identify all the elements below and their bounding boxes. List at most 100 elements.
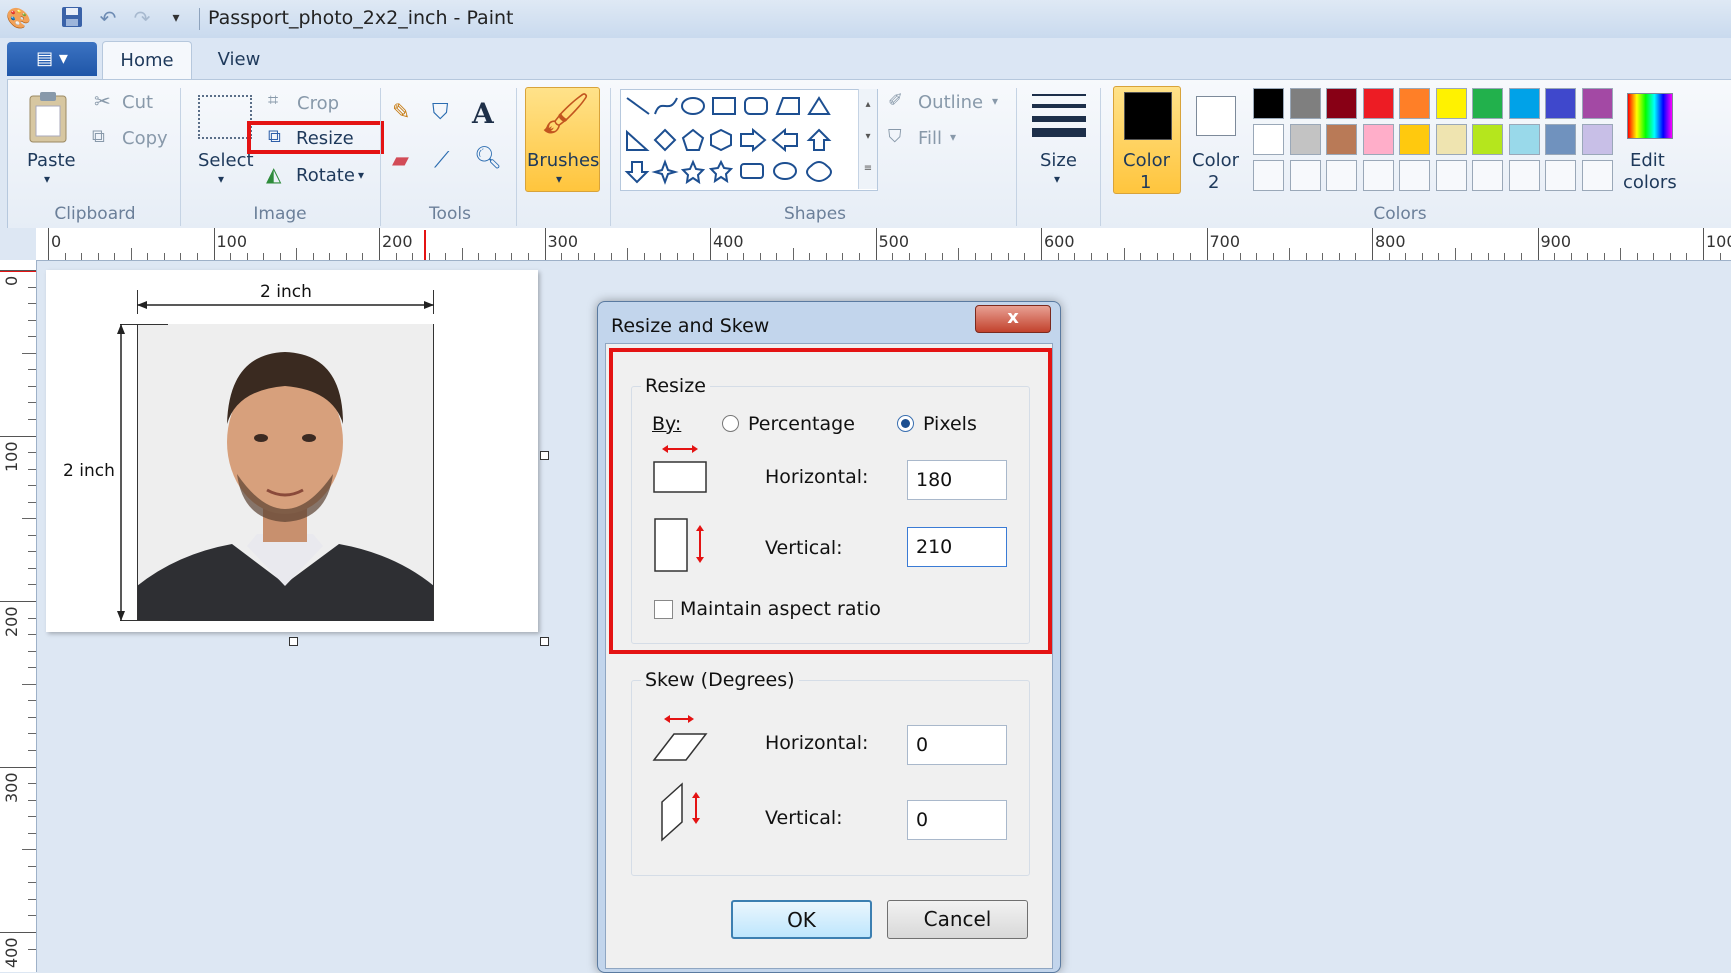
palette-swatch[interactable] bbox=[1253, 124, 1284, 155]
resize-handle-bottom[interactable] bbox=[289, 637, 298, 646]
outline-dropdown-icon[interactable]: ▾ bbox=[992, 94, 998, 108]
ruler-label: 500 bbox=[878, 232, 910, 251]
edit-colors-line1[interactable]: Edit bbox=[1630, 150, 1665, 171]
ruler-minor-tick bbox=[28, 468, 36, 470]
fill-icon: ⛉ bbox=[888, 126, 902, 147]
palette-swatch[interactable] bbox=[1399, 88, 1430, 119]
palette-swatch[interactable] bbox=[1399, 160, 1430, 191]
skew-horizontal-input[interactable]: 0 bbox=[907, 725, 1007, 765]
ruler-label: 100 bbox=[2, 440, 21, 472]
paste-dropdown-icon[interactable]: ▾ bbox=[44, 172, 50, 186]
palette-swatch[interactable] bbox=[1435, 160, 1467, 191]
paste-icon[interactable] bbox=[26, 90, 70, 146]
size-dropdown-icon[interactable]: ▾ bbox=[1054, 172, 1060, 186]
palette-swatch[interactable] bbox=[1399, 124, 1430, 155]
palette-swatch[interactable] bbox=[1472, 124, 1503, 155]
edit-colors-line2[interactable]: colors bbox=[1623, 172, 1677, 193]
ruler-minor-tick bbox=[776, 253, 778, 260]
palette-swatch[interactable] bbox=[1472, 88, 1503, 119]
save-icon[interactable] bbox=[60, 6, 84, 30]
tab-home[interactable]: Home bbox=[102, 41, 192, 80]
palette-swatch[interactable] bbox=[1289, 88, 1321, 119]
undo-icon[interactable]: ↶ bbox=[96, 6, 120, 30]
ruler-minor-tick bbox=[412, 253, 414, 260]
pencil-icon[interactable]: ✎ bbox=[392, 100, 424, 132]
resize-button[interactable]: Resize bbox=[296, 128, 354, 149]
palette-swatch[interactable] bbox=[1253, 88, 1284, 119]
cancel-button[interactable]: Cancel bbox=[887, 900, 1028, 939]
outline-button[interactable]: Outline bbox=[918, 92, 983, 113]
ruler-minor-tick bbox=[643, 253, 645, 260]
paint-app-icon[interactable]: 🎨 bbox=[6, 6, 31, 30]
palette-swatch[interactable] bbox=[1326, 160, 1357, 191]
brushes-dropdown-icon[interactable]: ▾ bbox=[556, 172, 562, 186]
skew-vertical-input[interactable]: 0 bbox=[907, 800, 1007, 840]
palette-swatch[interactable] bbox=[1326, 88, 1357, 119]
ruler-h-labels: 0 100 200 300 400 500 600 700 800 900 100 bbox=[36, 228, 1731, 260]
palette-swatch[interactable] bbox=[1581, 160, 1613, 191]
palette-swatch[interactable] bbox=[1545, 88, 1576, 119]
palette-swatch[interactable] bbox=[1253, 160, 1284, 191]
ruler-minor-tick bbox=[1256, 253, 1258, 260]
ok-button[interactable]: OK bbox=[731, 900, 872, 939]
ruler-major-tick bbox=[544, 228, 546, 260]
palette-swatch[interactable] bbox=[1435, 124, 1467, 155]
palette-swatch[interactable] bbox=[1362, 124, 1394, 155]
magnifier-icon[interactable]: 🔍︎ bbox=[474, 146, 506, 178]
palette-swatch[interactable] bbox=[1581, 88, 1613, 119]
ruler-minor-tick bbox=[22, 849, 36, 851]
ruler-minor-tick bbox=[1719, 253, 1721, 260]
select-dropdown-icon[interactable]: ▾ bbox=[218, 172, 224, 186]
palette-swatch[interactable] bbox=[1362, 160, 1394, 191]
palette-swatch[interactable] bbox=[1326, 124, 1357, 155]
ruler-minor-tick bbox=[22, 352, 36, 354]
color2-label[interactable]: Color bbox=[1192, 150, 1239, 171]
paste-button-label[interactable]: Paste bbox=[27, 150, 76, 171]
edit-colors-icon[interactable] bbox=[1627, 93, 1673, 139]
palette-swatch[interactable] bbox=[1289, 160, 1321, 191]
rotate-dropdown-icon[interactable]: ▾ bbox=[358, 168, 364, 182]
palette-swatch[interactable] bbox=[1545, 124, 1576, 155]
fill-bucket-icon[interactable]: ⛉ bbox=[432, 100, 464, 132]
copy-button[interactable]: Copy bbox=[122, 128, 168, 149]
color2-swatch[interactable] bbox=[1196, 96, 1236, 136]
tab-view[interactable]: View bbox=[204, 41, 274, 79]
size-icon[interactable] bbox=[1032, 92, 1086, 138]
color-picker-icon[interactable]: ⟋ bbox=[434, 148, 466, 180]
eraser-icon[interactable]: ▰ bbox=[392, 148, 424, 180]
customize-qat-icon[interactable]: ▾ bbox=[164, 6, 188, 30]
palette-swatch[interactable] bbox=[1362, 88, 1394, 119]
ruler-minor-tick bbox=[1669, 253, 1671, 260]
select-icon[interactable] bbox=[198, 95, 252, 139]
select-button-label[interactable]: Select bbox=[198, 150, 254, 171]
cut-button[interactable]: Cut bbox=[122, 92, 153, 113]
ruler-minor-tick bbox=[329, 253, 331, 260]
shapes-gallery[interactable] bbox=[620, 89, 878, 191]
palette-swatch[interactable] bbox=[1545, 160, 1576, 191]
fill-dropdown-icon[interactable]: ▾ bbox=[950, 130, 956, 144]
text-tool-icon[interactable]: A bbox=[472, 97, 504, 133]
ruler-minor-tick bbox=[180, 253, 182, 260]
resize-handle-right[interactable] bbox=[540, 451, 549, 460]
file-menu-button[interactable]: ▤ ▾ bbox=[7, 42, 97, 76]
ruler-minor-tick bbox=[1454, 248, 1456, 260]
palette-swatch[interactable] bbox=[1435, 88, 1467, 119]
color-palette[interactable] bbox=[1253, 88, 1615, 194]
redo-icon[interactable]: ↷ bbox=[130, 6, 154, 30]
palette-swatch[interactable] bbox=[1289, 124, 1321, 155]
crop-button[interactable]: Crop bbox=[297, 93, 339, 114]
rotate-button[interactable]: Rotate bbox=[296, 165, 355, 186]
palette-swatch[interactable] bbox=[1508, 88, 1540, 119]
palette-swatch[interactable] bbox=[1508, 160, 1540, 191]
resize-handle-corner[interactable] bbox=[540, 637, 549, 646]
color1-swatch bbox=[1124, 92, 1172, 140]
ruler-minor-tick bbox=[1074, 253, 1076, 260]
dialog-close-button[interactable]: x bbox=[975, 305, 1051, 333]
shapes-scroll[interactable]: ▴ ▾ ≡ bbox=[858, 89, 877, 189]
fill-button[interactable]: Fill bbox=[918, 128, 942, 149]
ruler-minor-tick bbox=[1007, 253, 1009, 260]
size-label[interactable]: Size bbox=[1040, 150, 1077, 171]
palette-swatch[interactable] bbox=[1581, 124, 1613, 155]
palette-swatch[interactable] bbox=[1508, 124, 1540, 155]
palette-swatch[interactable] bbox=[1472, 160, 1503, 191]
